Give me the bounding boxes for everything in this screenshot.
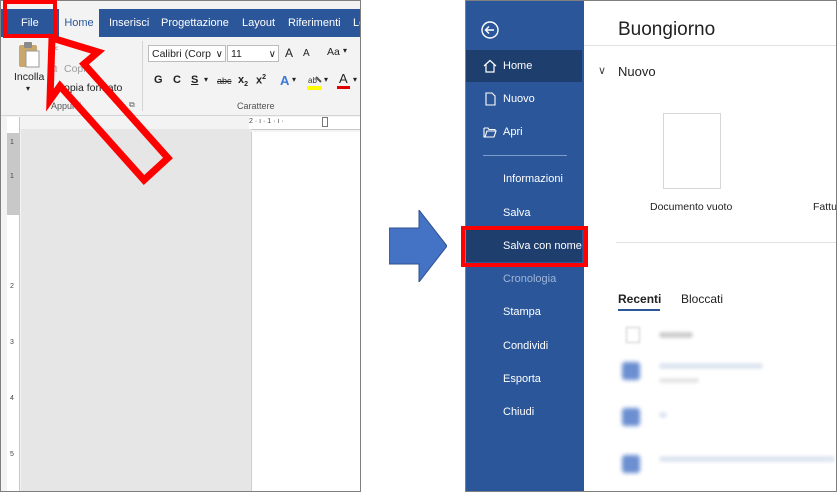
ruler-top-text: 2 · ı · 1 · ı · <box>249 118 284 125</box>
sidebar-item-history: Cronologia <box>466 263 582 295</box>
horizontal-ruler: 2 · ı · 1 · ı · <box>249 117 360 130</box>
tab-cut[interactable]: Le <box>353 17 360 29</box>
text-effects-dropdown-icon[interactable]: ▾ <box>292 75 296 84</box>
font-group-label: Carattere <box>237 101 275 111</box>
sidebar-item-home[interactable]: Home <box>466 50 582 82</box>
ruler-mark: 1 <box>10 139 14 146</box>
sidebar-item-save[interactable]: Salva <box>466 197 582 229</box>
ruler-mark: 5 <box>10 451 14 458</box>
recent-file-path-blurred <box>659 378 699 383</box>
tab-design[interactable]: Progettazione <box>161 17 229 29</box>
font-color-icon[interactable]: A <box>337 71 351 91</box>
recent-file-name-blurred <box>659 456 835 462</box>
section-divider <box>616 242 836 243</box>
change-case-button[interactable]: Aa <box>327 46 340 58</box>
sidebar-item-label: Stampa <box>503 306 541 318</box>
pointer-arrow-icon <box>46 33 173 185</box>
font-size-combo[interactable]: 11 ∨ <box>227 45 279 62</box>
recent-file-name-blurred <box>659 363 763 369</box>
text-effects-icon[interactable]: A <box>280 73 289 88</box>
ruler-mark: 3 <box>10 339 14 346</box>
change-case-dropdown-icon[interactable]: ▾ <box>343 46 347 55</box>
subscript-button[interactable]: x2 <box>238 74 248 88</box>
grow-font-button[interactable]: A <box>285 46 293 60</box>
sidebar-divider <box>483 155 567 156</box>
strikethrough-button[interactable]: abc <box>217 76 232 86</box>
file-icon <box>626 327 640 343</box>
word-file-icon <box>622 408 640 426</box>
word-file-icon <box>622 362 640 380</box>
blank-document-thumbnail[interactable] <box>663 113 721 189</box>
underline-button[interactable]: S <box>191 74 198 86</box>
indent-marker-icon[interactable] <box>322 117 328 127</box>
new-section-heading: Nuovo <box>618 64 656 79</box>
recent-file-name-blurred <box>659 412 667 418</box>
paste-icon[interactable] <box>17 41 41 69</box>
sidebar-item-close[interactable]: Chiudi <box>466 396 582 428</box>
word-file-icon <box>622 455 640 473</box>
sidebar-item-share[interactable]: Condividi <box>466 330 582 362</box>
tab-recent-underline <box>618 309 660 311</box>
ruler-mark: 1 <box>10 173 14 180</box>
back-arrow-icon[interactable] <box>480 20 500 40</box>
header-divider <box>584 45 836 46</box>
tab-pinned[interactable]: Bloccati <box>681 292 723 306</box>
sidebar-item-label: Condividi <box>503 340 549 352</box>
sidebar-item-label: Esporta <box>503 373 541 385</box>
document-page[interactable] <box>251 132 360 491</box>
highlight-icon[interactable]: ab <box>306 73 324 91</box>
tab-recent[interactable]: Recenti <box>618 292 661 306</box>
sidebar-item-label: Informazioni <box>503 173 563 185</box>
ruler-mark: 4 <box>10 395 14 402</box>
sidebar-item-export[interactable]: Esporta <box>466 363 582 395</box>
sidebar-item-label: Apri <box>503 126 523 138</box>
tab-references[interactable]: Riferimenti <box>288 17 341 29</box>
sidebar-item-open[interactable]: Apri <box>466 116 582 148</box>
underline-dropdown-icon[interactable]: ▾ <box>204 75 208 84</box>
paste-dropdown-icon[interactable]: ▾ <box>26 84 30 93</box>
template-label[interactable]: Fattu <box>813 201 836 213</box>
shrink-font-button[interactable]: A <box>303 48 310 59</box>
sidebar-item-label: Salva <box>503 207 531 219</box>
sidebar-item-label: Cronologia <box>503 273 557 285</box>
sidebar-item-print[interactable]: Stampa <box>466 296 582 328</box>
transition-arrow-icon <box>389 210 447 282</box>
sidebar-item-info[interactable]: Informazioni <box>466 163 582 195</box>
tab-insert[interactable]: Inserisci <box>109 17 149 29</box>
highlight-dropdown-icon[interactable]: ▾ <box>324 75 328 84</box>
chevron-down-icon: ∨ <box>268 49 276 60</box>
save-as-highlight <box>461 226 588 267</box>
chevron-down-icon[interactable]: ∨ <box>598 64 606 77</box>
page-title: Buongiorno <box>618 19 716 40</box>
column-header-blurred <box>659 332 693 338</box>
home-icon <box>483 59 497 73</box>
ruler-mark: 2 <box>10 283 14 290</box>
sidebar-item-label: Home <box>503 60 533 72</box>
font-size-value: 11 <box>231 48 242 60</box>
vertical-ruler: 1 1 2 3 4 5 <box>7 117 20 491</box>
sidebar-item-new[interactable]: Nuovo <box>466 83 582 115</box>
superscript-button[interactable]: x2 <box>256 74 266 87</box>
new-document-icon <box>485 92 496 106</box>
chevron-down-icon: ∨ <box>215 49 223 60</box>
tab-layout[interactable]: Layout <box>242 17 275 29</box>
folder-open-icon <box>483 127 497 138</box>
sidebar-item-label: Chiudi <box>503 406 535 418</box>
blank-document-label[interactable]: Documento vuoto <box>650 201 732 213</box>
font-color-dropdown-icon[interactable]: ▾ <box>353 75 357 84</box>
sidebar-item-label: Nuovo <box>503 93 535 105</box>
